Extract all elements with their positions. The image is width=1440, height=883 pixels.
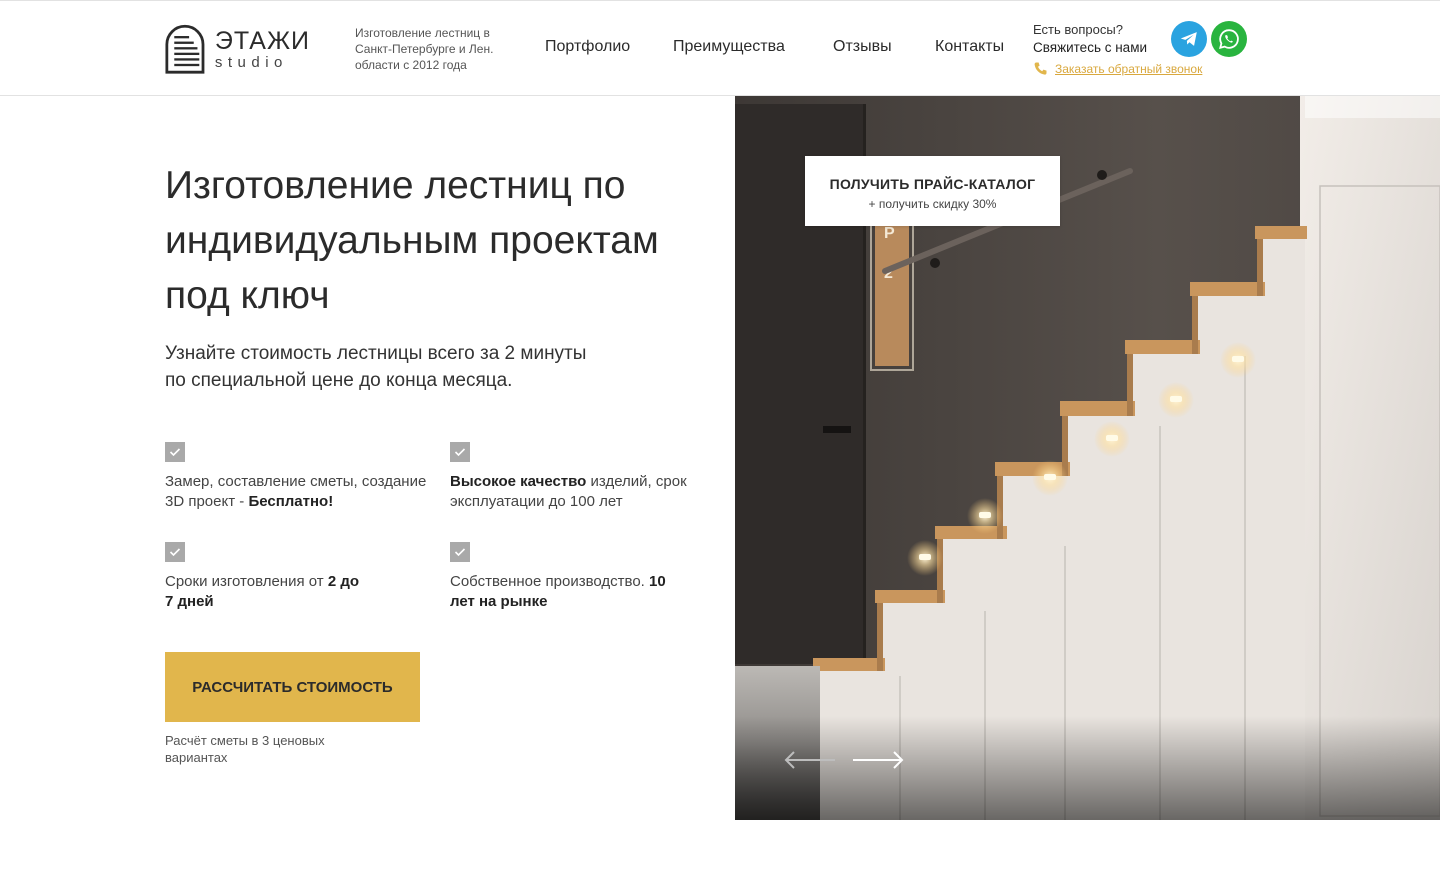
feature-text: Собственное производство. 10 лет на рынк… <box>450 573 666 610</box>
price-catalog-subtitle: + получить скидку 30% <box>868 197 997 211</box>
hero-subtitle-line-2: по специальной цене до конца месяца. <box>165 370 513 391</box>
checkbox-icon <box>450 442 470 462</box>
hero-title: Изготовление лестниц по индивидуальным п… <box>165 164 659 317</box>
hero-subtitle: Узнайте стоимость лестницы всего за 2 ми… <box>165 340 685 394</box>
contact-cta-text: Свяжитесь с нами <box>1033 40 1148 55</box>
whatsapp-icon <box>1219 29 1239 49</box>
feature-text: Сроки изготовления от 2 до 7 дней <box>165 573 360 610</box>
logo[interactable]: ЭТАЖИ studio <box>165 23 310 75</box>
feature-text: Высокое качество изделий, срок эксплуата… <box>450 473 687 510</box>
calculate-cost-button[interactable]: РАССЧИТАТЬ СТОИМОСТЬ <box>165 652 420 722</box>
svg-text:P: P <box>884 225 895 242</box>
logo-title: ЭТАЖИ <box>214 26 310 55</box>
phone-icon <box>1034 62 1047 75</box>
site-header: ЭТАЖИ studio Изготовление лестниц в Санк… <box>0 0 1440 96</box>
contact-question: Есть вопросы? <box>1033 22 1123 37</box>
callback-link[interactable]: Заказать обратный звонок <box>1055 62 1202 76</box>
feature-own-production: Собственное производство. 10 лет на рынк… <box>450 542 680 612</box>
nav-item-contacts[interactable]: Контакты <box>935 38 1004 56</box>
logo-subtitle: studio <box>214 53 288 71</box>
feature-quality: Высокое качество изделий, срок эксплуата… <box>450 442 720 512</box>
telegram-icon <box>1180 32 1197 46</box>
checkbox-icon <box>165 542 185 562</box>
nav-item-reviews[interactable]: Отзывы <box>833 38 892 56</box>
nav-item-advantages[interactable]: Преимущества <box>673 38 785 56</box>
slider-prev-arrow-icon[interactable] <box>783 748 837 772</box>
slider-next-arrow-icon[interactable] <box>851 748 905 772</box>
telegram-button[interactable] <box>1171 21 1207 57</box>
logo-mark-icon <box>165 24 205 74</box>
whatsapp-button[interactable] <box>1211 21 1247 57</box>
checkbox-icon <box>165 442 185 462</box>
checkbox-icon <box>450 542 470 562</box>
cta-note: Расчёт сметы в 3 ценовых вариантах <box>165 733 325 765</box>
feature-production-time: Сроки изготовления от 2 до 7 дней <box>165 542 365 612</box>
hero-subtitle-line-1: Узнайте стоимость лестницы всего за 2 ми… <box>165 343 587 364</box>
header-tagline: Изготовление лестниц в Санкт-Петербурге … <box>355 26 494 72</box>
feature-text: Замер, составление сметы, создание 3D пр… <box>165 473 427 510</box>
nav-item-portfolio[interactable]: Портфолио <box>545 38 630 56</box>
callback-link-wrap[interactable]: Заказать обратный звонок <box>1033 61 1202 77</box>
price-catalog-title: ПОЛУЧИТЬ ПРАЙС-КАТАЛОГ <box>829 176 1036 192</box>
price-catalog-card[interactable]: ПОЛУЧИТЬ ПРАЙС-КАТАЛОГ + получить скидку… <box>805 156 1060 226</box>
feature-free-measure: Замер, составление сметы, создание 3D пр… <box>165 442 435 512</box>
